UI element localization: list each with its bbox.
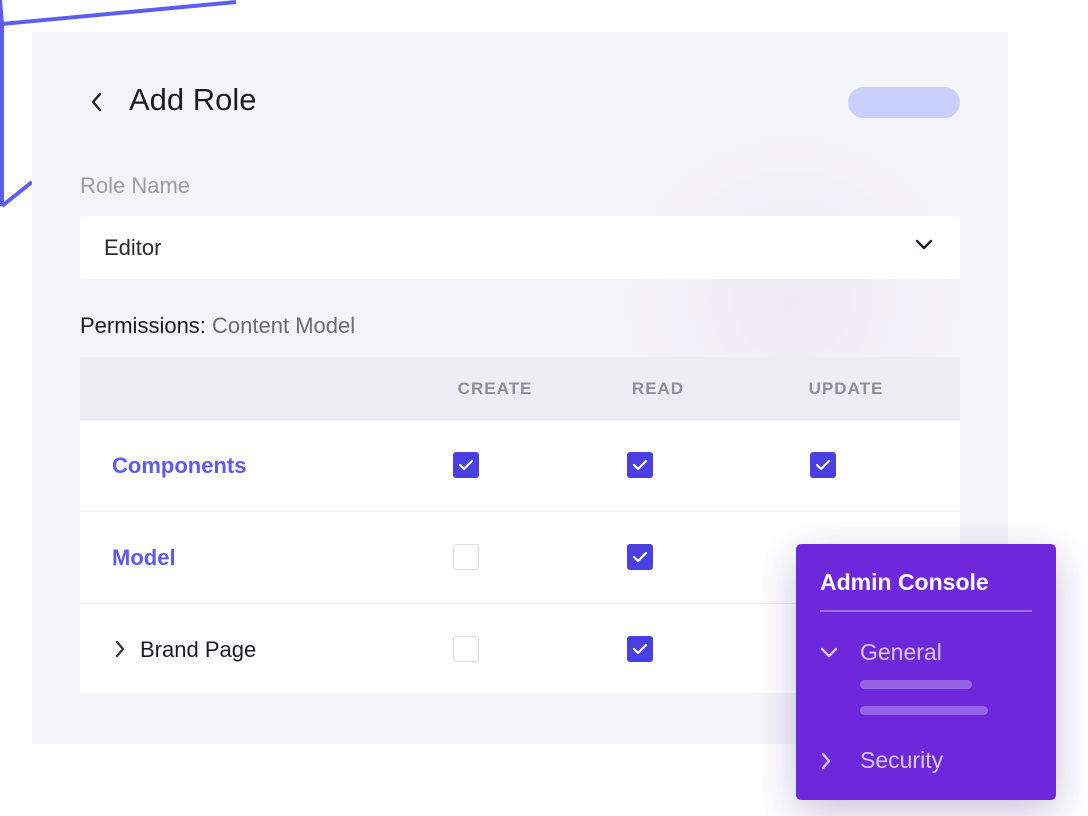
console-item-general-label: General xyxy=(860,639,942,665)
console-subitem-placeholder[interactable] xyxy=(860,706,988,715)
checkbox-components-create[interactable] xyxy=(453,452,479,478)
column-header-read: READ xyxy=(631,379,685,398)
console-item-security-label: Security xyxy=(860,747,944,773)
checkbox-brand-page-create[interactable] xyxy=(453,636,479,662)
row-label-model[interactable]: Model xyxy=(112,545,176,571)
permissions-heading: Permissions: Content Model xyxy=(80,313,355,339)
table-row-components: Components xyxy=(80,420,960,512)
chevron-down-icon xyxy=(820,647,838,657)
page-title: Add Role xyxy=(129,82,257,117)
role-name-label: Role Name xyxy=(80,173,191,198)
checkbox-components-update[interactable] xyxy=(810,452,836,478)
checkbox-model-read[interactable] xyxy=(627,544,653,570)
header-action-pill[interactable] xyxy=(848,87,960,118)
role-name-value: Editor xyxy=(104,235,162,260)
admin-console-panel: Admin Console General Security xyxy=(796,544,1056,800)
console-item-general[interactable]: General xyxy=(820,639,942,666)
checkbox-brand-page-read[interactable] xyxy=(627,636,653,662)
column-header-update: UPDATE xyxy=(808,379,884,398)
back-button[interactable] xyxy=(80,86,112,118)
checkmark-icon xyxy=(815,459,831,471)
checkbox-model-create[interactable] xyxy=(453,544,479,570)
checkbox-components-read[interactable] xyxy=(627,452,653,478)
table-header: CREATE READ UPDATE xyxy=(80,357,960,420)
console-item-security[interactable]: Security xyxy=(820,747,943,774)
console-divider xyxy=(820,610,1032,612)
checkmark-icon xyxy=(458,459,474,471)
permissions-label: Permissions: xyxy=(80,313,206,338)
row-label-components[interactable]: Components xyxy=(112,453,246,479)
permissions-subject: Content Model xyxy=(212,313,356,338)
role-name-select[interactable]: Editor xyxy=(80,216,960,279)
checkmark-icon xyxy=(632,459,648,471)
admin-console-title: Admin Console xyxy=(820,569,989,595)
checkmark-icon xyxy=(632,643,648,655)
row-label-brand-page[interactable]: Brand Page xyxy=(140,637,256,663)
checkmark-icon xyxy=(632,551,648,563)
chevron-right-icon[interactable] xyxy=(114,640,126,658)
column-header-create: CREATE xyxy=(457,379,533,398)
chevron-right-icon xyxy=(821,752,831,769)
chevron-left-icon xyxy=(91,92,102,112)
chevron-down-icon xyxy=(915,239,933,250)
console-subitem-placeholder[interactable] xyxy=(860,680,972,689)
